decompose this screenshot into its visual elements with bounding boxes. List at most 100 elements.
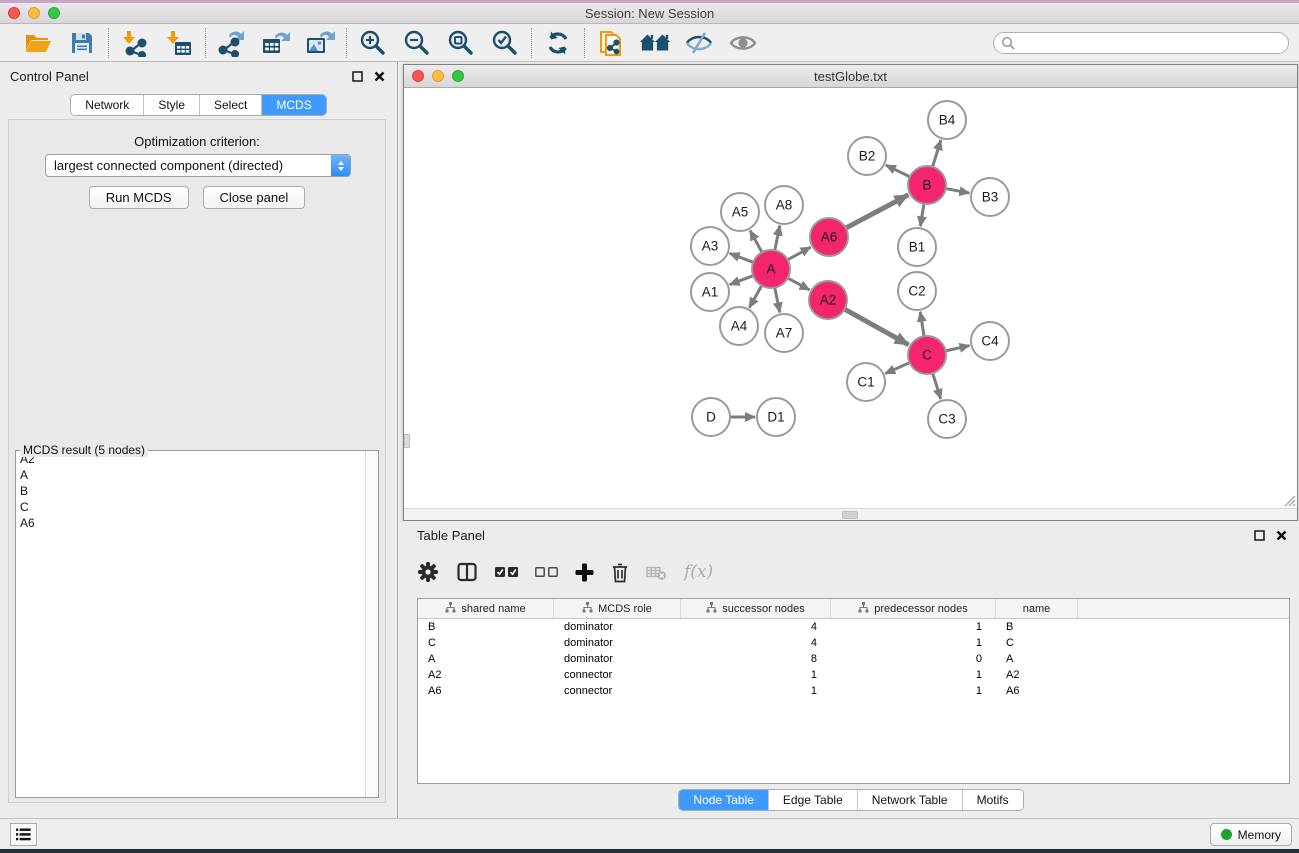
show-eye-icon[interactable] (727, 28, 759, 58)
close-window-button[interactable] (8, 7, 20, 19)
import-network-icon[interactable] (119, 28, 151, 58)
close-panel-button[interactable]: Close panel (203, 186, 306, 209)
edge-B-B1[interactable] (920, 204, 924, 227)
network-minimize-button[interactable] (432, 70, 444, 82)
edge-C-C4[interactable] (946, 346, 970, 351)
edge-A-A3[interactable] (730, 253, 754, 262)
home-icon[interactable] (639, 28, 671, 58)
search-field[interactable] (993, 32, 1289, 54)
edge-A-A8[interactable] (775, 226, 780, 251)
network-zoom-button[interactable] (452, 70, 464, 82)
node-A3[interactable]: A3 (691, 227, 729, 265)
network-hscroll[interactable] (404, 508, 1297, 520)
add-column-icon[interactable] (575, 563, 594, 582)
edge-A-A7[interactable] (775, 288, 780, 313)
tab-node-table[interactable]: Node Table (679, 790, 769, 810)
column-header-predecessor-nodes[interactable]: predecessor nodes (831, 599, 996, 618)
duplicate-network-icon[interactable] (595, 28, 627, 58)
table-row-A6[interactable]: A6connector11A6 (418, 683, 1289, 699)
network-vscroll-thumb[interactable] (404, 434, 410, 448)
main-titlebar[interactable]: Session: New Session (0, 3, 1299, 24)
edge-A-A6[interactable] (788, 247, 811, 260)
delete-column-icon[interactable] (611, 562, 629, 583)
node-C1[interactable]: C1 (847, 363, 885, 401)
node-D[interactable]: D (692, 398, 730, 436)
tab-edge-table[interactable]: Edge Table (769, 790, 858, 810)
node-A5[interactable]: A5 (721, 193, 759, 231)
select-all-rows-icon[interactable] (495, 565, 518, 579)
node-A7[interactable]: A7 (765, 314, 803, 352)
table-settings-gear-icon[interactable] (417, 561, 439, 583)
table-row-C[interactable]: Cdominator41C (418, 635, 1289, 651)
node-A6[interactable]: A6 (810, 218, 848, 256)
edge-B-B3[interactable] (946, 189, 970, 194)
node-A1[interactable]: A1 (691, 273, 729, 311)
search-input[interactable] (1015, 34, 1288, 52)
export-image-icon[interactable] (304, 28, 336, 58)
zoom-in-icon[interactable] (357, 28, 389, 58)
mcds-result-scrollbar[interactable] (365, 451, 378, 797)
edge-B-B2[interactable] (886, 165, 910, 177)
task-history-button[interactable] (10, 823, 37, 846)
node-C4[interactable]: C4 (971, 322, 1009, 360)
table-row-A2[interactable]: A2connector11A2 (418, 667, 1289, 683)
network-hscroll-thumb[interactable] (842, 511, 858, 519)
edge-A-A4[interactable] (749, 286, 761, 308)
node-B3[interactable]: B3 (971, 178, 1009, 216)
network-window-titlebar[interactable]: testGlobe.txt (404, 65, 1297, 88)
close-table-panel-icon[interactable] (1273, 527, 1289, 543)
table-row-A[interactable]: Adominator80A (418, 651, 1289, 667)
tab-motifs[interactable]: Motifs (963, 790, 1023, 810)
node-D1[interactable]: D1 (757, 398, 795, 436)
edge-A-A1[interactable] (730, 276, 754, 285)
import-table-icon[interactable] (163, 28, 195, 58)
network-canvas[interactable]: B4 B2 B B3 A8A5 A6 A3 B1 A A1 C2 A2 A4A7 C4 C C1 C3 D D1 (404, 88, 1297, 508)
mcds-result-list[interactable]: A2ABCA6 (16, 451, 378, 797)
resize-grip-icon[interactable] (1282, 493, 1296, 507)
node-A4[interactable]: A4 (720, 307, 758, 345)
node-table[interactable]: shared nameMCDS rolesuccessor nodesprede… (417, 598, 1290, 784)
zoom-selected-icon[interactable] (489, 28, 521, 58)
export-table-icon[interactable] (260, 28, 292, 58)
column-header-successor-nodes[interactable]: successor nodes (681, 599, 831, 618)
edge-C-C1[interactable] (885, 363, 909, 374)
node-B4[interactable]: B4 (928, 101, 966, 139)
edge-A-A5[interactable] (750, 230, 762, 252)
node-B2[interactable]: B2 (848, 137, 886, 175)
refresh-icon[interactable] (542, 28, 574, 58)
save-session-icon[interactable] (66, 28, 98, 58)
column-header-name[interactable]: name (996, 599, 1078, 618)
node-B[interactable]: B (908, 166, 946, 204)
open-session-icon[interactable] (22, 28, 54, 58)
edge-C-C2[interactable] (920, 312, 924, 336)
edge-A6-B[interactable] (846, 195, 909, 228)
tab-select[interactable]: Select (200, 95, 262, 115)
mcds-result-item[interactable]: C (16, 499, 378, 515)
export-network-icon[interactable] (216, 28, 248, 58)
edge-C-C3[interactable] (933, 373, 941, 399)
tab-network-table[interactable]: Network Table (858, 790, 963, 810)
edge-A-A2[interactable] (788, 278, 810, 290)
node-C2[interactable]: C2 (898, 272, 936, 310)
node-C[interactable]: C (908, 336, 946, 374)
column-visibility-icon[interactable] (456, 561, 478, 583)
node-B1[interactable]: B1 (898, 228, 936, 266)
close-panel-icon[interactable] (371, 68, 387, 84)
node-A8[interactable]: A8 (765, 186, 803, 224)
node-A2[interactable]: A2 (809, 281, 847, 319)
column-header-shared-name[interactable]: shared name (418, 599, 554, 618)
edge-A2-C[interactable] (845, 309, 909, 345)
node-A[interactable]: A (752, 250, 790, 288)
float-table-panel-icon[interactable] (1251, 527, 1267, 543)
float-panel-icon[interactable] (349, 68, 365, 84)
zoom-window-button[interactable] (48, 7, 60, 19)
tab-style[interactable]: Style (144, 95, 200, 115)
minimize-window-button[interactable] (28, 7, 40, 19)
criterion-select[interactable]: largest connected component (directed) (45, 154, 351, 177)
deselect-all-rows-icon[interactable] (535, 565, 558, 579)
mcds-result-item[interactable]: B (16, 483, 378, 499)
run-mcds-button[interactable]: Run MCDS (89, 186, 189, 209)
zoom-fit-icon[interactable] (445, 28, 477, 58)
memory-button[interactable]: Memory (1210, 823, 1292, 846)
node-C3[interactable]: C3 (928, 400, 966, 438)
